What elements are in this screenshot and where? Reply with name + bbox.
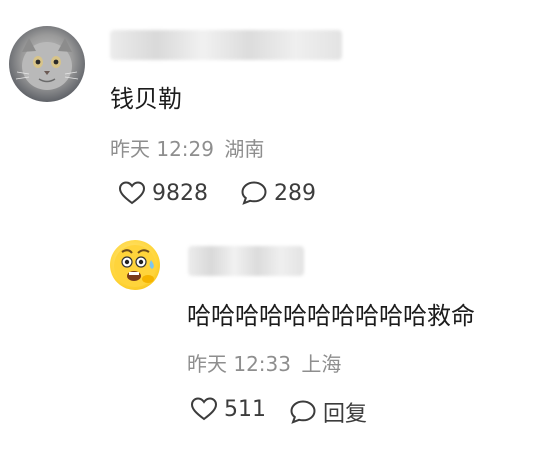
reply-time: 昨天 12:33 [187, 352, 291, 376]
comment-like-button[interactable]: 9828 [118, 180, 208, 206]
comment-time: 昨天 12:29 [110, 137, 214, 161]
speech-bubble-icon [290, 400, 316, 424]
commenter-avatar[interactable] [9, 26, 85, 102]
sweating-emoji-icon [114, 245, 156, 287]
heart-outline-icon [190, 397, 218, 421]
comment-text: 钱贝勒 [110, 85, 182, 113]
comment-location: 湖南 [224, 137, 265, 161]
reply-like-count: 511 [224, 396, 266, 422]
reply-meta: 昨天 12:33 上海 [187, 348, 341, 377]
reply-text: 哈哈哈哈哈哈哈哈哈哈救命 [187, 302, 475, 330]
reply-like-button[interactable]: 511 [190, 396, 266, 422]
replier-avatar[interactable] [110, 240, 160, 290]
reply-button-label: 回复 [323, 402, 368, 427]
comment-like-count: 9828 [152, 180, 208, 206]
commenter-username-blurred[interactable] [110, 30, 342, 60]
comment-reply-count: 289 [274, 180, 316, 206]
heart-outline-icon [118, 181, 146, 205]
replier-username-blurred[interactable] [188, 246, 304, 276]
cat-avatar-icon [15, 38, 79, 90]
reply-location: 上海 [301, 352, 342, 376]
reply-button[interactable]: 回复 [289, 396, 367, 428]
comment-replies-button[interactable]: 289 [240, 180, 316, 206]
comment-meta: 昨天 12:29 湖南 [110, 133, 264, 162]
speech-bubble-icon [241, 181, 267, 205]
